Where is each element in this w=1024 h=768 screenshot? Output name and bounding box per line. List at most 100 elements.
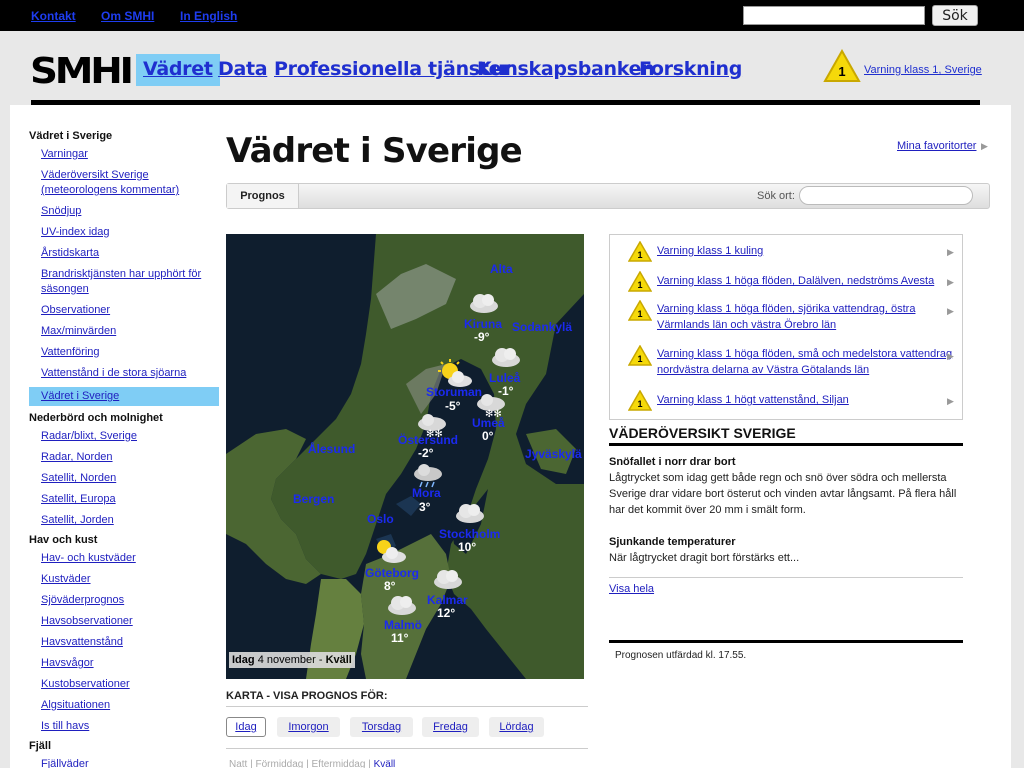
forecast-day-label: KARTA - VISA PROGNOS FÖR: [226, 690, 388, 702]
sidebar-heading: Hav och kust [29, 534, 98, 546]
day-button-torsdag[interactable]: Torsdag [350, 717, 413, 737]
map-city-label[interactable]: Östersund [398, 433, 458, 447]
day-button-lordag[interactable]: Lördag [489, 717, 544, 737]
time-option-natt[interactable]: Natt [229, 759, 247, 768]
map-city-label[interactable]: Jyväskylä [525, 447, 582, 461]
map-city-label[interactable]: Oslo [367, 512, 394, 526]
warning-level-number: 1 [637, 399, 642, 409]
map-city-label[interactable]: Göteborg [365, 566, 419, 580]
contact-link[interactable]: Kontakt [31, 9, 76, 23]
time-option-eftermiddag[interactable]: Eftermiddag [312, 759, 366, 768]
nav-forskning[interactable]: Forskning [632, 54, 749, 86]
smhi-logo[interactable]: SMHI [30, 51, 134, 92]
sidebar-item-havsvagor[interactable]: Havsvågor [29, 656, 219, 671]
overview-heading: Sjunkande temperaturer [609, 536, 736, 548]
in-english-link[interactable]: In English [180, 9, 237, 23]
map-temperature: 11° [391, 631, 409, 645]
day-button-imorgon[interactable]: Imorgon [277, 717, 340, 737]
map-city-label[interactable]: Sodankylä [512, 320, 572, 334]
overview-paragraph: Lågtrycket som idag gett både regn och s… [609, 472, 957, 516]
sidebar-item-satellit-europa[interactable]: Satellit, Europa [29, 492, 219, 507]
warning-level-number: 1 [637, 280, 642, 290]
sidebar-heading: Nederbörd och molnighet [29, 412, 163, 424]
sidebar-item-vaderoversikt[interactable]: Väderöversikt Sverige (meteorologens kom… [29, 168, 219, 198]
sidebar-item-brandrisk[interactable]: Brandrisktjänsten har upphört för säsong… [29, 267, 219, 297]
warning-link[interactable]: Varning klass 1 höga flöden, små och med… [657, 346, 953, 378]
top-bar: Kontakt Om SMHI In English Sök [0, 0, 1024, 31]
map-city-label[interactable]: Umeå [472, 416, 505, 430]
rain-cloud-icon [414, 464, 442, 488]
sidebar-item-is-till-havs[interactable]: Is till havs [29, 719, 219, 734]
about-smhi-link[interactable]: Om SMHI [101, 9, 154, 23]
forecast-tab-bar: Prognos Sök ort: [226, 183, 990, 209]
sidebar-item-hav-kustvader[interactable]: Hav- och kustväder [29, 551, 219, 566]
sidebar-item-havsobservationer[interactable]: Havsobservationer [29, 614, 219, 629]
map-city-label[interactable]: Storuman [426, 385, 482, 399]
time-separator: | [306, 759, 309, 768]
sidebar-item-kustobservationer[interactable]: Kustobservationer [29, 677, 219, 692]
arrow-right-icon: ▶ [947, 277, 954, 287]
sidebar-item-varningar[interactable]: Varningar [29, 147, 219, 162]
sidebar-item-observationer[interactable]: Observationer [29, 303, 219, 318]
warning-level-number: 1 [637, 309, 642, 319]
site-search-button[interactable]: Sök [932, 5, 978, 26]
sidebar-item-satellit-jorden[interactable]: Satellit, Jorden [29, 513, 219, 528]
tab-prognos[interactable]: Prognos [227, 184, 299, 208]
warning-sweden-link[interactable]: Varning klass 1, Sverige [864, 64, 982, 76]
sidebar-item-arstidskarta[interactable]: Årstidskarta [29, 246, 219, 261]
map-city-label[interactable]: Malmö [384, 618, 422, 632]
warning-link[interactable]: Varning klass 1 kuling [657, 243, 953, 259]
warning-link[interactable]: Varning klass 1 högt vattenstånd, Siljan [657, 392, 953, 408]
sidebar-item-vattenstand-sjoarna[interactable]: Vattenstånd i de stora sjöarna [29, 366, 219, 381]
sidebar-item-uv-index[interactable]: UV-index idag [29, 225, 219, 240]
sidebar-item-radar-norden[interactable]: Radar, Norden [29, 450, 219, 465]
warning-triangle-icon[interactable]: 1 [823, 49, 861, 83]
sidebar-item-radar-blixt[interactable]: Radar/blixt, Sverige [29, 429, 219, 444]
sidebar-nav: Vädret i Sverige Varningar Väderöversikt… [29, 130, 219, 768]
map-city-label[interactable]: Ålesund [308, 442, 355, 456]
warning-link[interactable]: Varning klass 1 höga flöden, Dalälven, n… [657, 273, 953, 289]
arrow-right-icon: ▶ [947, 306, 954, 316]
map-city-label[interactable]: Bergen [293, 492, 334, 506]
sidebar-item-satellit-norden[interactable]: Satellit, Norden [29, 471, 219, 486]
map-temperature: -2° [418, 446, 434, 460]
sidebar-item-snodjup[interactable]: Snödjup [29, 204, 219, 219]
map-temperature: 12° [437, 606, 456, 620]
warning-triangle-icon: 1 [628, 345, 652, 366]
sidebar-item-vattenforing[interactable]: Vattenföring [29, 345, 219, 360]
sidebar-item-havsvattenstand[interactable]: Havsvattenstånd [29, 635, 219, 650]
show-full-link[interactable]: Visa hela [609, 583, 654, 595]
cloud-icon [470, 294, 498, 313]
sidebar-item-vadret-i-sverige[interactable]: Vädret i Sverige [29, 387, 219, 406]
sidebar-item-sjovaderprognos[interactable]: Sjöväderprognos [29, 593, 219, 608]
sidebar-item-max-min[interactable]: Max/minvärden [29, 324, 219, 339]
warning-level-number: 1 [637, 354, 642, 364]
map-city-label[interactable]: Mora [412, 486, 441, 500]
map-city-label[interactable]: Stockholm [439, 527, 500, 541]
nav-vadret[interactable]: Vädret [136, 54, 220, 86]
map-city-label[interactable]: Kiruna [464, 317, 502, 331]
warning-triangle-icon: 1 [628, 271, 652, 292]
divider [226, 706, 588, 707]
time-option-formiddag[interactable]: Förmiddag [256, 759, 304, 768]
divider [609, 443, 963, 446]
place-search-input[interactable] [799, 186, 973, 205]
nav-data[interactable]: Data [211, 54, 274, 86]
day-button-idag[interactable]: Idag [226, 717, 266, 737]
map-temperature: 0° [482, 429, 494, 443]
day-button-fredag[interactable]: Fredag [422, 717, 479, 737]
sidebar-item-algsituationen[interactable]: Algsituationen [29, 698, 219, 713]
warning-link[interactable]: Varning klass 1 höga flöden, sjörika vat… [657, 301, 953, 333]
sidebar-item-fjallvader[interactable]: Fjällväder [29, 757, 219, 768]
map-city-label[interactable]: Alta [490, 262, 513, 276]
warning-level-number: 1 [838, 64, 845, 79]
favorites-link[interactable]: Mina favoritorter [897, 140, 976, 152]
map-city-label[interactable]: Kalmar [427, 593, 468, 607]
warnings-list: 1 Varning klass 1 kuling ▶ 1 Varning kla… [609, 234, 963, 420]
divider [609, 577, 963, 578]
map-city-label[interactable]: Luleå [489, 371, 520, 385]
sidebar-item-kustvader[interactable]: Kustväder [29, 572, 219, 587]
forecast-map[interactable]: ✻✻ ✻✻ Alta Kiruna -9° Sodankylä Luleå -1… [226, 234, 584, 679]
site-search-input[interactable] [743, 6, 925, 25]
time-option-kvall[interactable]: Kväll [374, 759, 396, 768]
